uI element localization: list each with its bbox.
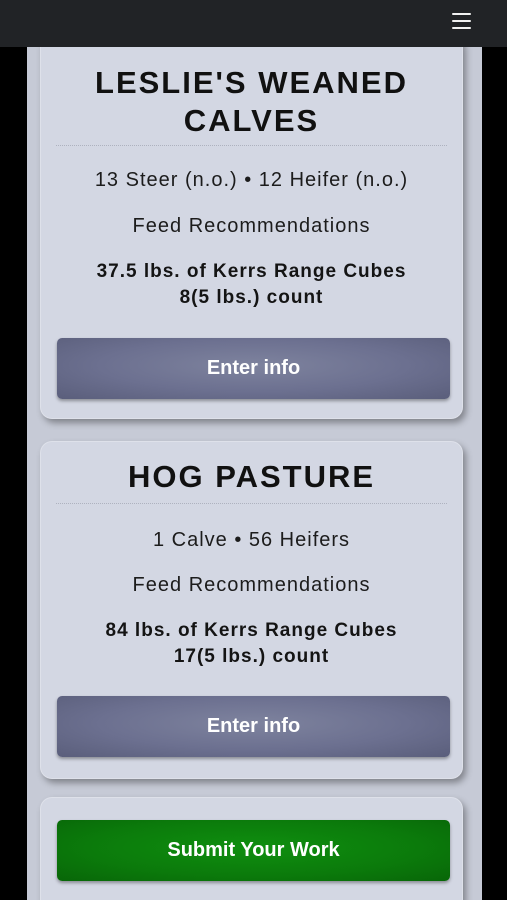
feed-amount: 84 lbs. of Kerrs Range Cubes 17(5 lbs.) … — [40, 618, 463, 670]
divider — [56, 503, 447, 504]
submit-card: Submit Your Work — [40, 797, 463, 900]
feed-count-line: 17(5 lbs.) count — [173, 646, 330, 667]
divider — [56, 145, 447, 146]
enter-info-button[interactable]: Enter info — [57, 696, 450, 757]
pasture-title: LESLIE'S WEANED CALVES — [40, 64, 463, 140]
pasture-card: HOG PASTURE 1 Calve • 56 Heifers Feed Re… — [40, 441, 463, 779]
feed-amount-line: 84 lbs. of Kerrs Range Cubes — [105, 620, 398, 641]
feed-amount: 37.5 lbs. of Kerrs Range Cubes 8(5 lbs.)… — [40, 259, 463, 311]
feed-amount-line: 37.5 lbs. of Kerrs Range Cubes — [96, 261, 407, 282]
submit-work-button[interactable]: Submit Your Work — [57, 820, 450, 881]
feed-recommendations-label: Feed Recommendations — [132, 215, 371, 237]
top-bar — [0, 0, 507, 47]
feed-count-line: 8(5 lbs.) count — [179, 287, 324, 308]
pasture-title: HOG PASTURE — [127, 459, 376, 494]
content-panel: LESLIE'S WEANED CALVES 13 Steer (n.o.) •… — [27, 47, 482, 900]
feed-recommendations-label: Feed Recommendations — [132, 574, 371, 596]
hamburger-menu-icon[interactable] — [452, 11, 471, 31]
pasture-title-line2: CALVES — [183, 103, 320, 138]
pasture-title-line1: LESLIE'S WEANED — [95, 65, 408, 100]
pasture-card: LESLIE'S WEANED CALVES 13 Steer (n.o.) •… — [40, 47, 463, 419]
herd-summary: 13 Steer (n.o.) • 12 Heifer (n.o.) — [94, 169, 409, 191]
herd-summary: 1 Calve • 56 Heifers — [152, 529, 351, 551]
enter-info-button[interactable]: Enter info — [57, 338, 450, 399]
